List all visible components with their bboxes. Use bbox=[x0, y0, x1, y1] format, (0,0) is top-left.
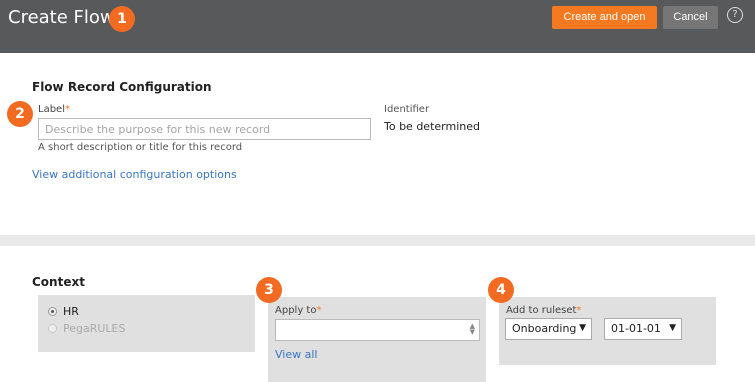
dropdown-arrow-icon: ▼ bbox=[579, 323, 586, 333]
ruleset-box: Add to ruleset* Onboarding ▼ 01-01-01 ▼ bbox=[499, 297, 716, 365]
ruleset-label: Add to ruleset* bbox=[506, 305, 581, 316]
step-badge-3: 3 bbox=[256, 277, 282, 303]
help-icon[interactable]: ? bbox=[727, 7, 743, 23]
cancel-button[interactable]: Cancel bbox=[663, 6, 718, 29]
identifier-value: To be determined bbox=[384, 120, 480, 133]
ruleset-version-value: 01-01-01 bbox=[611, 322, 661, 335]
context-option-label: HR bbox=[63, 305, 79, 318]
apply-to-box: Apply to* ▲ ▼ View all bbox=[268, 297, 486, 382]
required-marker: * bbox=[576, 305, 582, 316]
label-field-label: Label* bbox=[38, 104, 70, 115]
configuration-section-title: Flow Record Configuration bbox=[32, 80, 212, 94]
label-input[interactable] bbox=[38, 118, 371, 140]
step-badge-2: 2 bbox=[7, 101, 33, 127]
ruleset-version-select[interactable]: 01-01-01 ▼ bbox=[604, 318, 682, 340]
view-all-link[interactable]: View all bbox=[275, 348, 317, 361]
identifier-label: Identifier bbox=[384, 104, 430, 115]
context-option-pegarules: PegaRULES bbox=[48, 322, 126, 335]
required-marker: * bbox=[64, 104, 70, 115]
apply-to-label: Apply to* bbox=[275, 305, 321, 316]
stepper-icon[interactable]: ▲ ▼ bbox=[470, 323, 475, 336]
ruleset-label-text: Add to ruleset bbox=[506, 305, 577, 316]
label-helper-text: A short description or title for this re… bbox=[38, 142, 243, 153]
dropdown-arrow-icon: ▼ bbox=[669, 323, 676, 333]
apply-to-label-text: Apply to bbox=[275, 305, 317, 316]
context-option-label: PegaRULES bbox=[63, 322, 126, 335]
header-bar: Create Flow 1 Create and open Cancel ? bbox=[0, 0, 755, 53]
ruleset-select[interactable]: Onboarding ▼ bbox=[505, 318, 592, 340]
step-badge-1: 1 bbox=[109, 6, 135, 32]
radio-disabled-icon bbox=[48, 324, 57, 333]
page-title: Create Flow bbox=[8, 7, 115, 28]
label-field-label-text: Label bbox=[38, 104, 65, 115]
context-panel: Context HR PegaRULES Apply to* ▲ ▼ View a… bbox=[0, 246, 755, 382]
create-and-open-button[interactable]: Create and open bbox=[552, 6, 657, 29]
view-additional-options-link[interactable]: View additional configuration options bbox=[32, 168, 237, 181]
radio-selected-icon[interactable] bbox=[48, 307, 57, 316]
ruleset-select-value: Onboarding bbox=[512, 322, 577, 335]
required-marker: * bbox=[316, 305, 322, 316]
step-badge-4: 4 bbox=[488, 277, 514, 303]
context-section-title: Context bbox=[32, 275, 85, 289]
configuration-panel: Flow Record Configuration 2 Label* A sho… bbox=[0, 53, 755, 235]
apply-to-input[interactable]: ▲ ▼ bbox=[275, 319, 480, 341]
context-option-hr[interactable]: HR bbox=[48, 305, 79, 318]
context-options-box: HR PegaRULES bbox=[38, 295, 255, 352]
